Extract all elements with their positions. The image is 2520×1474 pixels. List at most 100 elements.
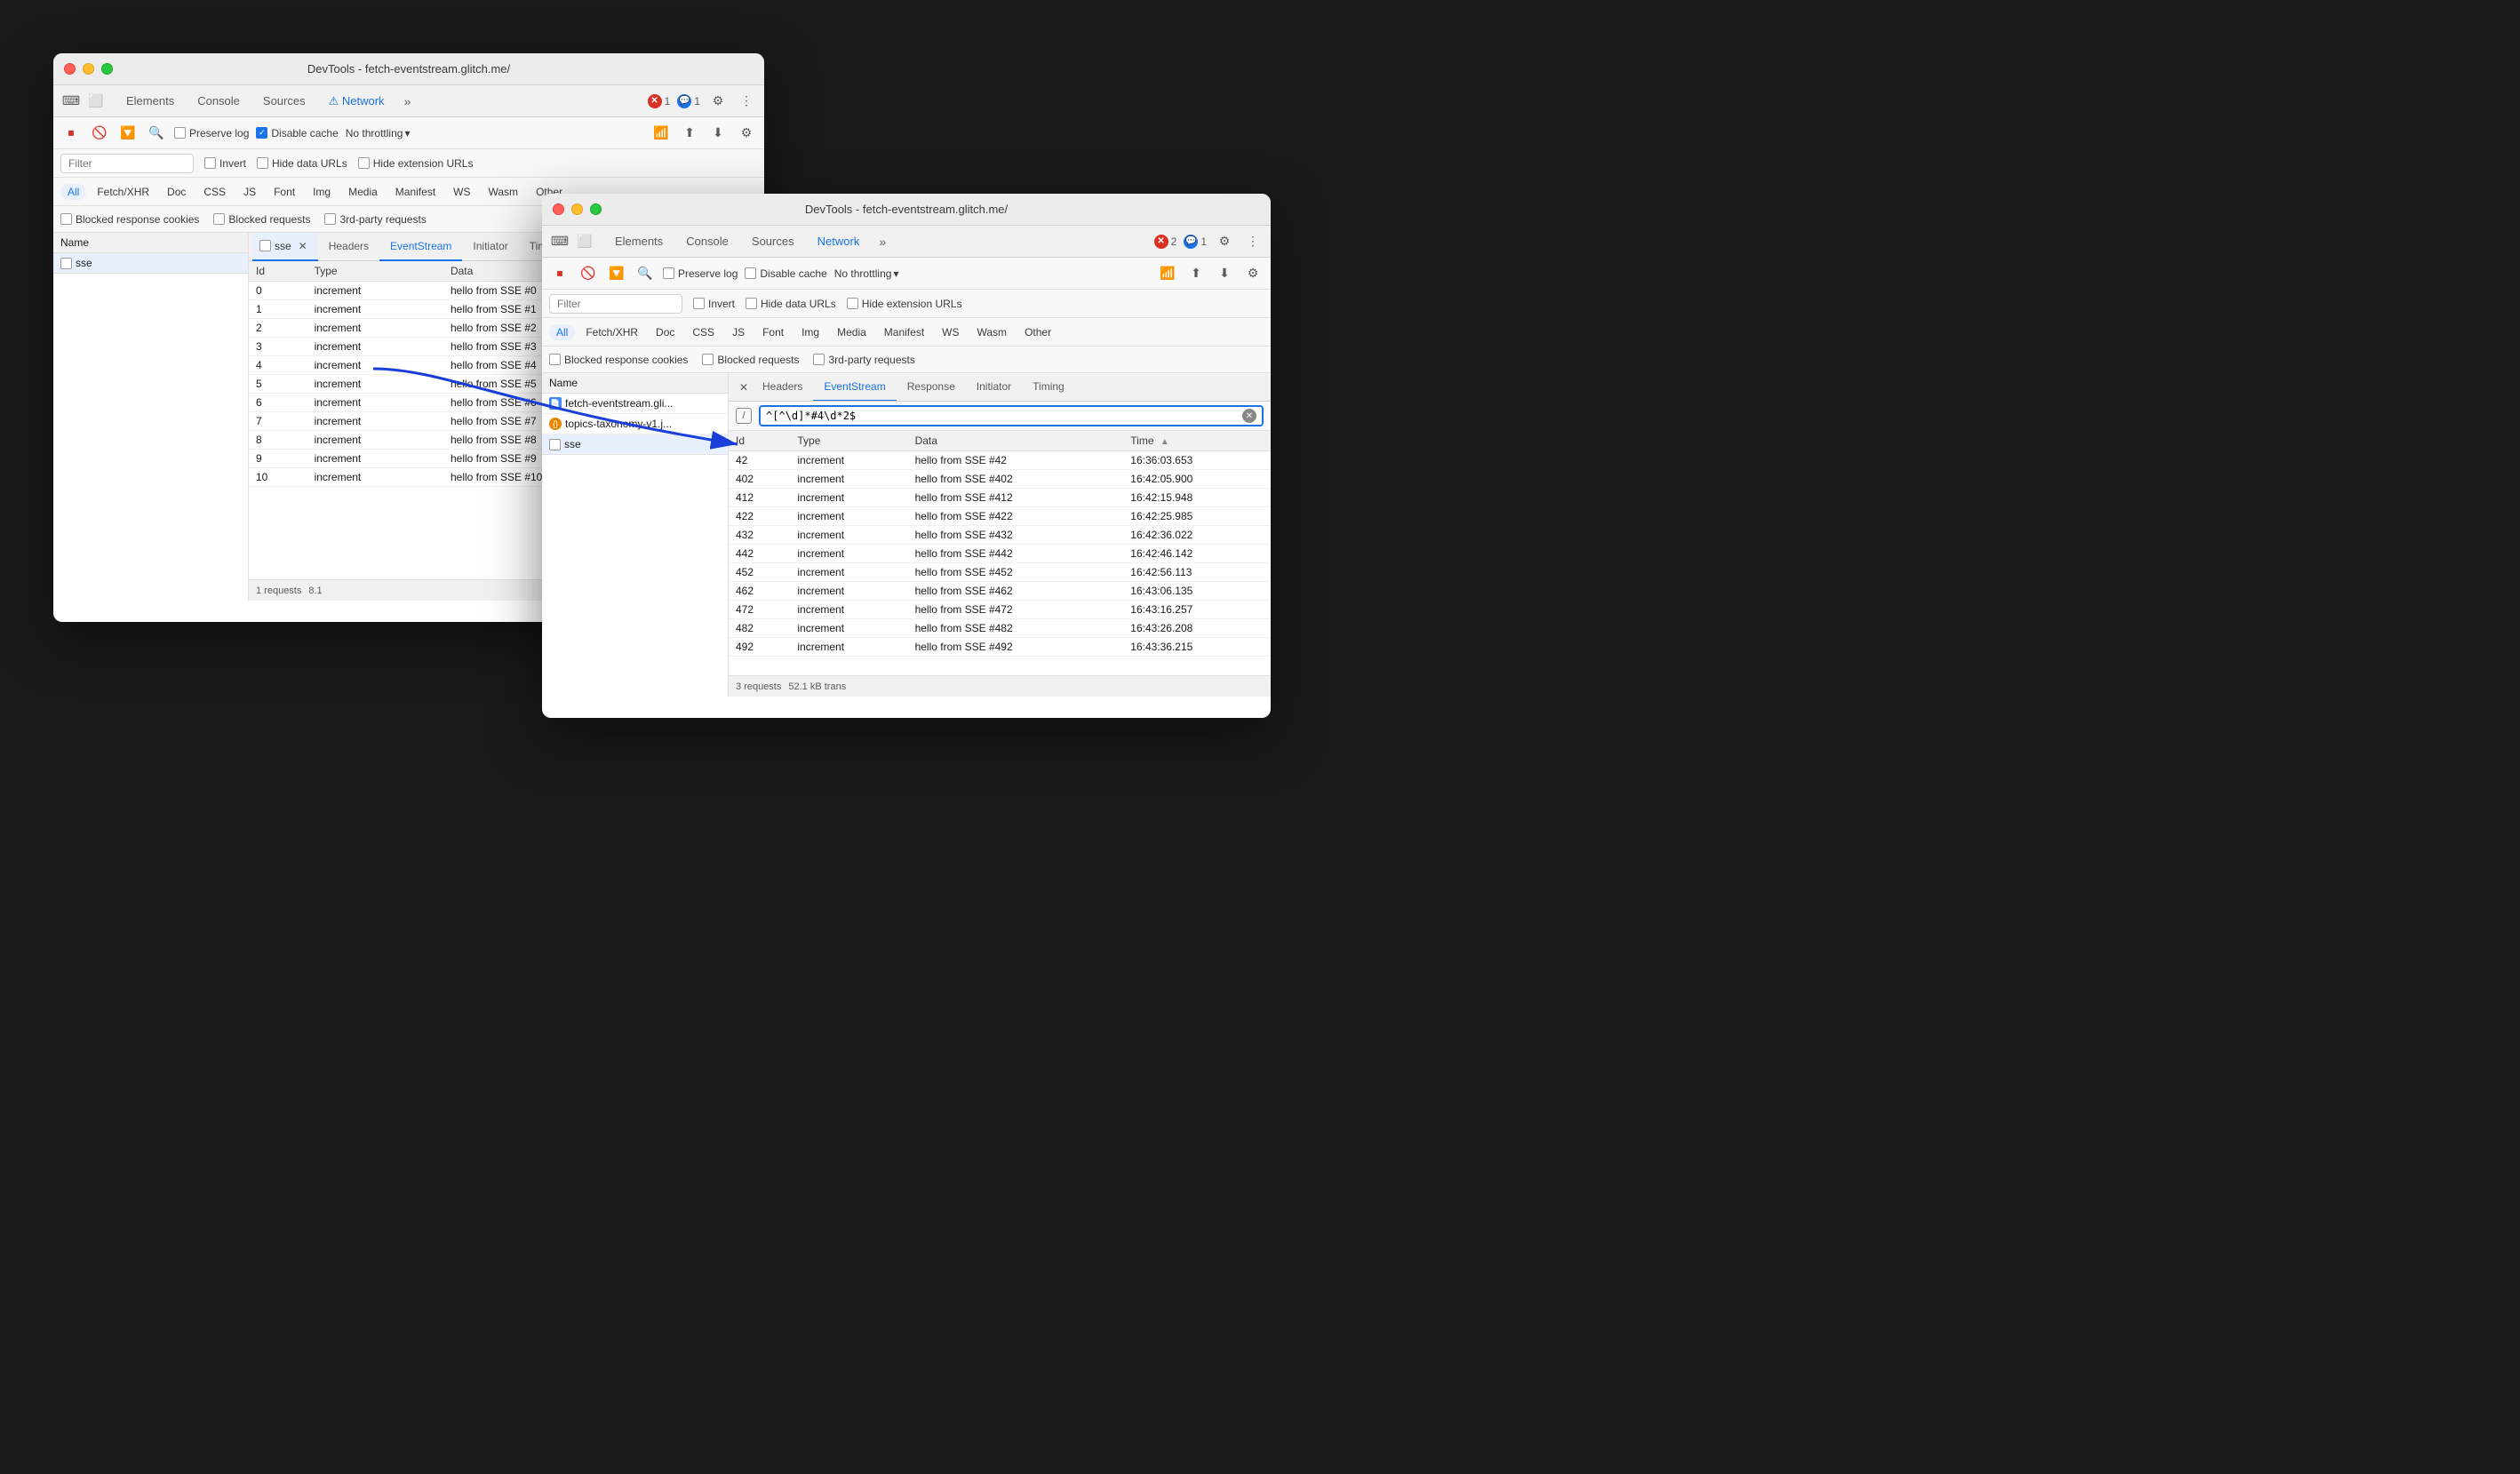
blocked-requests-2[interactable]: Blocked requests — [702, 354, 799, 366]
more-btn-2[interactable]: ⋮ — [1242, 231, 1264, 252]
maximize-button-1[interactable] — [101, 63, 113, 75]
blocked-cookies-1[interactable]: Blocked response cookies — [60, 213, 199, 226]
blocked-requests-checkbox-2[interactable] — [702, 354, 714, 365]
invert-checkbox-2[interactable] — [693, 298, 705, 309]
hide-ext-urls-1[interactable]: Hide extension URLs — [358, 157, 474, 170]
blocked-cookies-checkbox-1[interactable] — [60, 213, 72, 225]
table-row[interactable]: 442incrementhello from SSE #44216:42:46.… — [729, 545, 1271, 563]
stop-recording-btn-2[interactable]: ⏹ — [549, 263, 570, 284]
table-row[interactable]: 402incrementhello from SSE #40216:42:05.… — [729, 470, 1271, 489]
type-wasm-1[interactable]: Wasm — [482, 184, 526, 200]
blocked-requests-1[interactable]: Blocked requests — [213, 213, 310, 226]
type-other-2[interactable]: Other — [1017, 324, 1058, 340]
type-img-1[interactable]: Img — [306, 184, 338, 200]
tab-console-1[interactable]: Console — [187, 91, 251, 111]
search-btn-1[interactable]: 🔍 — [146, 123, 167, 144]
preserve-log-1[interactable]: Preserve log — [174, 127, 249, 139]
panels-icon-1[interactable]: ⬜ — [85, 91, 107, 112]
network-row-fetch[interactable]: 📄 fetch-eventstream.gli... — [542, 394, 728, 414]
type-css-2[interactable]: CSS — [685, 324, 722, 340]
tab-elements-2[interactable]: Elements — [604, 231, 674, 251]
preserve-log-2[interactable]: Preserve log — [663, 267, 738, 280]
hide-ext-checkbox-1[interactable] — [358, 157, 370, 169]
filter-input-1[interactable] — [60, 154, 194, 173]
type-wasm-2[interactable]: Wasm — [970, 324, 1015, 340]
wifi-icon-2[interactable]: 📶 — [1157, 263, 1178, 284]
type-manifest-1[interactable]: Manifest — [388, 184, 443, 200]
close-button-2[interactable] — [553, 203, 564, 215]
table-row[interactable]: 452incrementhello from SSE #45216:42:56.… — [729, 563, 1271, 582]
tab-network-1[interactable]: ⚠ Network — [318, 91, 395, 112]
hide-data-urls-2[interactable]: Hide data URLs — [746, 298, 836, 310]
settings-btn-1[interactable]: ⚙ — [707, 91, 729, 112]
throttle-select-1[interactable]: No throttling ▾ — [346, 127, 411, 139]
close-tab-1[interactable]: ✕ — [295, 238, 311, 254]
network-row-sse[interactable]: sse — [542, 434, 728, 455]
disable-cache-checkbox-1[interactable] — [256, 127, 267, 139]
blocked-requests-checkbox-1[interactable] — [213, 213, 225, 225]
cursor-icon-1[interactable]: ⌨ — [60, 91, 82, 112]
preserve-log-checkbox-1[interactable] — [174, 127, 186, 139]
hide-data-checkbox-2[interactable] — [746, 298, 757, 309]
type-font-2[interactable]: Font — [755, 324, 791, 340]
req-tab-response-2[interactable]: Response — [897, 373, 966, 402]
regex-icon[interactable]: / — [736, 408, 752, 424]
type-img-2[interactable]: Img — [794, 324, 826, 340]
filter-btn-2[interactable]: 🔽 — [606, 263, 627, 284]
sse-tab-checkbox-1[interactable] — [259, 240, 271, 251]
throttle-select-2[interactable]: No throttling ▾ — [834, 267, 899, 280]
wifi-icon-1[interactable]: 📶 — [650, 123, 672, 144]
maximize-button-2[interactable] — [590, 203, 602, 215]
tab-sources-2[interactable]: Sources — [741, 231, 805, 251]
table-row[interactable]: 412incrementhello from SSE #41216:42:15.… — [729, 489, 1271, 507]
more-tabs-1[interactable]: » — [397, 91, 419, 112]
invert-option-1[interactable]: Invert — [204, 157, 246, 170]
download-icon-2[interactable]: ⬇ — [1214, 263, 1235, 284]
download-icon-1[interactable]: ⬇ — [707, 123, 729, 144]
blocked-cookies-2[interactable]: Blocked response cookies — [549, 354, 688, 366]
type-doc-1[interactable]: Doc — [160, 184, 193, 200]
minimize-button-2[interactable] — [571, 203, 583, 215]
close-button-1[interactable] — [64, 63, 76, 75]
filter-btn-1[interactable]: 🔽 — [117, 123, 139, 144]
settings-btn-net-1[interactable]: ⚙ — [736, 123, 757, 144]
settings-btn-net-2[interactable]: ⚙ — [1242, 263, 1264, 284]
disable-cache-1[interactable]: Disable cache — [256, 127, 338, 139]
hide-ext-urls-2[interactable]: Hide extension URLs — [847, 298, 962, 310]
regex-clear-btn[interactable]: ✕ — [1242, 409, 1256, 423]
network-row-topics[interactable]: {} topics-taxonomy-v1.j... — [542, 414, 728, 434]
type-css-1[interactable]: CSS — [196, 184, 233, 200]
table-row[interactable]: 422incrementhello from SSE #42216:42:25.… — [729, 507, 1271, 526]
third-party-1[interactable]: 3rd-party requests — [324, 213, 426, 226]
regex-input[interactable] — [766, 410, 1237, 422]
type-ws-1[interactable]: WS — [446, 184, 477, 200]
stop-recording-btn-1[interactable]: ⏹ — [60, 123, 82, 144]
type-fetch-xhr-1[interactable]: Fetch/XHR — [90, 184, 156, 200]
type-fetch-xhr-2[interactable]: Fetch/XHR — [578, 324, 645, 340]
tab-elements-1[interactable]: Elements — [116, 91, 185, 111]
upload-icon-2[interactable]: ⬆ — [1185, 263, 1207, 284]
table-row[interactable]: 472incrementhello from SSE #47216:43:16.… — [729, 601, 1271, 619]
filter-input-2[interactable] — [549, 294, 682, 314]
table-row[interactable]: 492incrementhello from SSE #49216:43:36.… — [729, 638, 1271, 657]
panels-icon-2[interactable]: ⬜ — [574, 231, 595, 252]
hide-ext-checkbox-2[interactable] — [847, 298, 858, 309]
type-media-1[interactable]: Media — [341, 184, 385, 200]
type-font-1[interactable]: Font — [267, 184, 302, 200]
third-party-checkbox-1[interactable] — [324, 213, 336, 225]
sse-row-1[interactable]: sse — [53, 253, 248, 274]
req-tab-timing-2[interactable]: Timing — [1022, 373, 1075, 402]
req-tab-eventstream-1[interactable]: EventStream — [379, 233, 462, 261]
search-btn-2[interactable]: 🔍 — [634, 263, 656, 284]
upload-icon-1[interactable]: ⬆ — [679, 123, 700, 144]
table-row[interactable]: 42incrementhello from SSE #4216:36:03.65… — [729, 451, 1271, 470]
invert-option-2[interactable]: Invert — [693, 298, 735, 310]
req-tab-headers-2[interactable]: Headers — [752, 373, 813, 402]
third-party-checkbox-2[interactable] — [813, 354, 825, 365]
close-panel-2[interactable]: ✕ — [736, 379, 752, 395]
tab-console-2[interactable]: Console — [675, 231, 739, 251]
type-doc-2[interactable]: Doc — [649, 324, 682, 340]
tab-sources-1[interactable]: Sources — [252, 91, 316, 111]
clear-btn-2[interactable]: 🚫 — [578, 263, 599, 284]
minimize-button-1[interactable] — [83, 63, 94, 75]
